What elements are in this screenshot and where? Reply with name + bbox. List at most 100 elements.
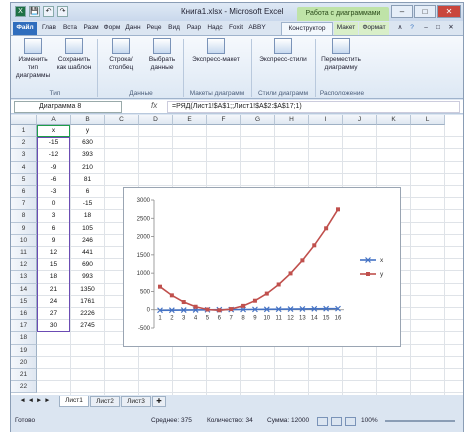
worksheet-grid[interactable]: A B C D E F G H I J K L 1 2 3 4 5 6 7 8 9 10 11 12 13 14 15 16 17 18 1…: [11, 115, 463, 395]
row-header[interactable]: 15: [11, 295, 37, 308]
move-chart-button[interactable]: Переместить диаграмму: [317, 38, 365, 72]
row-header[interactable]: 22: [11, 381, 37, 394]
table-cell[interactable]: 81: [71, 174, 104, 186]
row-header[interactable]: 16: [11, 308, 37, 321]
sheet-tab-2[interactable]: Лист2: [90, 396, 120, 407]
zoom-level[interactable]: 100%: [361, 417, 378, 424]
tab-format[interactable]: Формат: [359, 22, 389, 35]
save-template-button[interactable]: Сохранить как шаблон: [55, 38, 93, 72]
row-header[interactable]: 20: [11, 356, 37, 369]
column-header[interactable]: J: [343, 115, 377, 125]
formula-input[interactable]: =РЯД(Лист1!$A$1;;Лист1!$A$2:$A$17;1): [167, 101, 460, 113]
row-header[interactable]: 11: [11, 247, 37, 260]
table-cell[interactable]: 993: [71, 271, 104, 283]
select-data-button[interactable]: Выбрать данные: [145, 38, 179, 72]
select-all-corner[interactable]: [11, 115, 37, 125]
column-header[interactable]: F: [207, 115, 241, 125]
table-cell[interactable]: 6: [71, 186, 104, 198]
line-chart[interactable]: 3000 2500 2000 1500 1000 500 0 -500 1 2 3 4 5 6 7 8 9 10 1…: [123, 187, 401, 347]
table-cell[interactable]: 210: [71, 162, 104, 174]
normal-view-icon[interactable]: [317, 417, 328, 426]
row-header[interactable]: 14: [11, 283, 37, 296]
row-header[interactable]: 19: [11, 344, 37, 357]
column-header[interactable]: K: [377, 115, 411, 125]
undo-icon[interactable]: ↶: [43, 6, 54, 17]
quick-layout-button[interactable]: Экспресс-макет: [187, 38, 245, 64]
table-cell[interactable]: 105: [71, 223, 104, 235]
column-header[interactable]: I: [309, 115, 343, 125]
column-header[interactable]: G: [241, 115, 275, 125]
tab-formulas[interactable]: Форм: [102, 22, 122, 35]
row-header[interactable]: 21: [11, 369, 37, 382]
change-chart-type-button[interactable]: Изменить тип диаграммы: [13, 38, 53, 80]
minimize-button[interactable]: –: [391, 5, 413, 18]
help-icon[interactable]: ?: [407, 22, 417, 35]
sheet-tab-1[interactable]: Лист1: [59, 396, 89, 407]
tab-review[interactable]: Реце: [144, 22, 164, 35]
row-header[interactable]: 9: [11, 222, 37, 235]
row-header[interactable]: 5: [11, 173, 37, 186]
column-header[interactable]: D: [139, 115, 173, 125]
doc-restore-icon[interactable]: □: [433, 22, 443, 35]
zoom-slider[interactable]: [385, 420, 455, 422]
table-cell[interactable]: y: [71, 125, 104, 137]
tab-insert[interactable]: Вста: [60, 22, 80, 35]
table-cell[interactable]: 690: [71, 259, 104, 271]
row-header[interactable]: 4: [11, 161, 37, 174]
row-header[interactable]: 12: [11, 259, 37, 272]
tab-file[interactable]: Файл: [13, 22, 37, 35]
row-header[interactable]: 10: [11, 234, 37, 247]
tab-data[interactable]: Данн: [123, 22, 143, 35]
close-button[interactable]: ✕: [437, 5, 461, 18]
name-box[interactable]: Диаграмма 8: [14, 101, 122, 113]
quick-styles-button[interactable]: Экспресс-стили: [255, 38, 311, 64]
row-header[interactable]: 1: [11, 125, 37, 138]
page-layout-view-icon[interactable]: [331, 417, 342, 426]
column-header[interactable]: E: [173, 115, 207, 125]
table-cell[interactable]: 630: [71, 137, 104, 149]
table-cell[interactable]: -15: [71, 198, 104, 210]
tab-page-layout[interactable]: Разм: [81, 22, 101, 35]
tab-view[interactable]: Вид: [165, 22, 183, 35]
tab-layout[interactable]: Макет: [334, 22, 358, 35]
switch-row-column-button[interactable]: Строка/столбец: [99, 38, 143, 72]
minimize-ribbon-icon[interactable]: ∧: [395, 22, 405, 35]
tab-developer[interactable]: Разр: [184, 22, 204, 35]
save-icon[interactable]: 💾: [29, 6, 40, 17]
tab-addins[interactable]: Надс: [205, 22, 225, 35]
table-cell[interactable]: 246: [71, 235, 104, 247]
redo-icon[interactable]: ↷: [57, 6, 68, 17]
row-header[interactable]: 7: [11, 198, 37, 211]
table-cell[interactable]: 2745: [71, 320, 104, 332]
column-header[interactable]: H: [275, 115, 309, 125]
row-header[interactable]: 8: [11, 210, 37, 223]
new-sheet-icon[interactable]: ✚: [152, 396, 166, 407]
table-cell[interactable]: 18: [71, 210, 104, 222]
column-header[interactable]: B: [71, 115, 105, 125]
row-header[interactable]: 2: [11, 137, 37, 150]
table-cell[interactable]: 1350: [71, 284, 104, 296]
column-header[interactable]: A: [37, 115, 71, 125]
table-cell[interactable]: 1761: [71, 296, 104, 308]
table-cell[interactable]: 393: [71, 149, 104, 161]
doc-minimize-icon[interactable]: –: [421, 22, 431, 35]
sheet-tab-3[interactable]: Лист3: [121, 396, 151, 407]
sheet-nav-arrows[interactable]: ◄ ◄ ► ►: [13, 396, 57, 407]
page-break-view-icon[interactable]: [345, 417, 356, 426]
row-header[interactable]: 6: [11, 186, 37, 199]
row-header[interactable]: 13: [11, 271, 37, 284]
table-cell[interactable]: 2226: [71, 308, 104, 320]
tab-abbyy[interactable]: ABBY: [247, 22, 267, 35]
tab-home[interactable]: Глав: [39, 22, 59, 35]
fx-icon[interactable]: fx: [151, 101, 157, 110]
row-header[interactable]: 3: [11, 149, 37, 162]
column-header[interactable]: L: [411, 115, 445, 125]
row-header[interactable]: 18: [11, 332, 37, 345]
doc-close-icon[interactable]: ✕: [446, 22, 456, 35]
tab-design[interactable]: Конструктор: [281, 22, 333, 35]
maximize-button[interactable]: □: [414, 5, 436, 18]
table-cell[interactable]: 441: [71, 247, 104, 259]
column-header[interactable]: C: [105, 115, 139, 125]
tab-foxit[interactable]: Foxit: [226, 22, 246, 35]
row-header[interactable]: 17: [11, 320, 37, 333]
